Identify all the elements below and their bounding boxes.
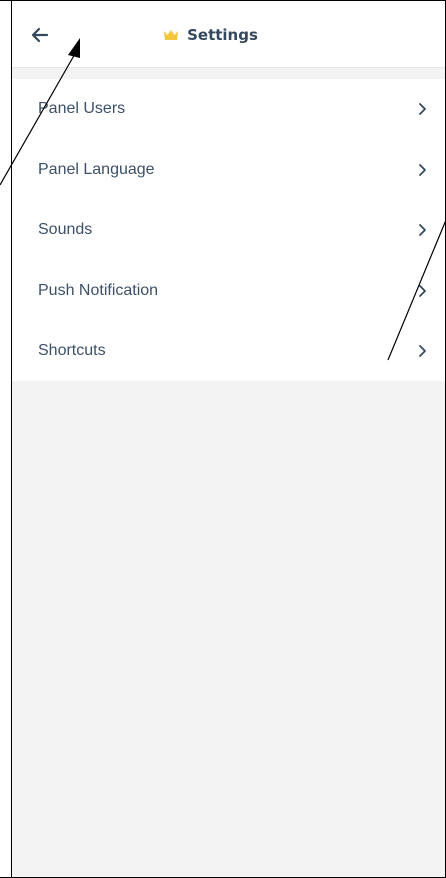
page-title: Settings xyxy=(187,25,258,44)
outside-margin xyxy=(0,0,11,878)
settings-screen: Settings Panel Users Panel Language Soun… xyxy=(12,1,445,877)
menu-item-label: Panel Language xyxy=(38,160,155,178)
app-header: Settings xyxy=(12,1,445,68)
menu-item-panel-language[interactable]: Panel Language xyxy=(12,140,445,201)
settings-menu: Panel Users Panel Language Sounds Push N… xyxy=(12,79,445,381)
header-title-group: Settings xyxy=(12,1,445,68)
menu-item-sounds[interactable]: Sounds xyxy=(12,200,445,261)
menu-item-label: Push Notification xyxy=(38,281,159,299)
chevron-right-icon xyxy=(419,224,426,237)
menu-item-shortcuts[interactable]: Shortcuts xyxy=(12,321,445,382)
menu-item-push-notification[interactable]: Push Notification xyxy=(12,261,445,322)
menu-item-panel-users[interactable]: Panel Users xyxy=(12,79,445,140)
chevron-right-icon xyxy=(419,163,426,176)
chevron-right-icon xyxy=(419,284,426,297)
menu-item-label: Sounds xyxy=(38,221,93,239)
crown-icon xyxy=(164,29,179,40)
menu-item-label: Shortcuts xyxy=(38,342,106,360)
chevron-right-icon xyxy=(419,103,426,116)
chevron-right-icon xyxy=(419,345,426,358)
menu-item-label: Panel Users xyxy=(38,100,126,118)
